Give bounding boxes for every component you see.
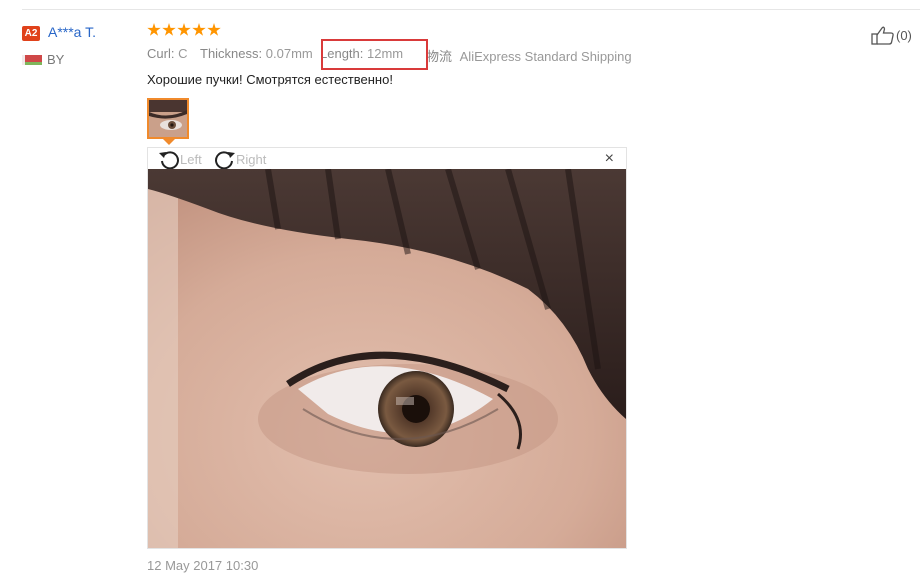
shipping-label: 物流	[426, 49, 453, 64]
attr-thickness: Thickness: 0.07mm	[200, 46, 320, 65]
star-icon	[162, 23, 176, 36]
rotate-right-label: Right	[236, 151, 267, 167]
attr-thickness-value: 0.07mm	[265, 46, 313, 61]
attr-curl: Curl: C	[147, 46, 200, 65]
helpful-count: (0)	[896, 27, 912, 43]
attr-thickness-key: Thickness:	[200, 46, 263, 61]
attr-curl-key: Curl:	[147, 46, 175, 61]
viewer-toolbar: Left Right ×	[148, 148, 626, 169]
star-icon	[177, 23, 191, 36]
rotate-left-button[interactable]: Left	[158, 149, 202, 169]
attr-shipping: 物流 AliExpress Standard Shipping	[426, 46, 632, 65]
thumbnail-pointer	[163, 139, 175, 145]
star-icon	[147, 23, 161, 36]
rotate-left-label: Left	[180, 151, 202, 167]
photo-viewer: Left Right ×	[147, 147, 627, 549]
shipping-method: AliExpress Standard Shipping	[459, 49, 632, 64]
close-viewer-icon[interactable]: ×	[605, 151, 614, 167]
rotate-right-icon	[215, 151, 235, 169]
rotate-left-icon	[159, 151, 179, 169]
review-photo-large	[148, 169, 626, 548]
buyer-level-badge: A2	[22, 26, 40, 41]
rating-stars	[147, 23, 221, 37]
star-icon	[207, 23, 221, 36]
length-highlight-box	[321, 39, 428, 70]
reviewer-country: BY	[47, 52, 65, 67]
top-divider	[22, 9, 920, 10]
review-text: Хорошие пучки! Смотрятся естественно!	[147, 72, 393, 87]
helpful-button[interactable]: (0)	[871, 25, 912, 45]
attr-curl-value: C	[178, 46, 188, 61]
reviewer-name[interactable]: A***a T.	[48, 24, 96, 40]
thumbnail-eye-image	[149, 100, 187, 137]
eye-photo-image	[148, 169, 626, 548]
star-icon	[192, 23, 206, 36]
thumbs-up-icon	[871, 26, 894, 45]
review-photo-thumbnail[interactable]	[147, 98, 189, 139]
rotate-right-button[interactable]: Right	[214, 149, 266, 169]
review-date: 12 May 2017 10:30	[147, 558, 259, 573]
belarus-flag-icon	[22, 55, 42, 65]
